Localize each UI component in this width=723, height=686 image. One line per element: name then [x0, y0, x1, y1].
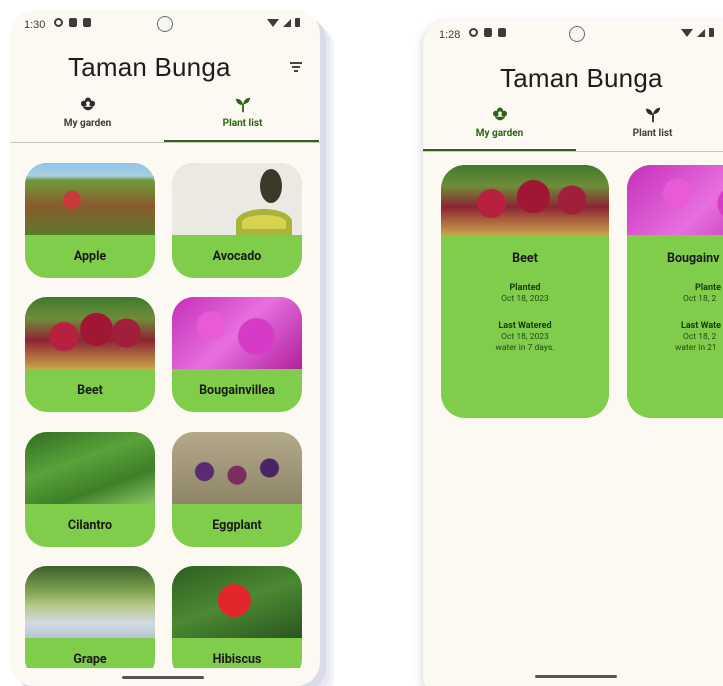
tab-label: Plant list	[222, 118, 263, 129]
plant-name: Bougainvillea	[199, 383, 275, 398]
sprout-icon	[235, 97, 250, 113]
wifi-icon	[267, 18, 279, 27]
sprout-icon	[645, 107, 660, 123]
next-watering: water in 7 days.	[495, 343, 555, 353]
tab-divider	[10, 142, 320, 143]
wifi-icon	[681, 28, 693, 37]
phone-my-garden: 1:28 Taman Bunga My garden Plant list Be…	[423, 20, 723, 686]
plant-name: Beet	[512, 251, 538, 266]
tab-divider	[423, 151, 723, 152]
plant-name: Eggplant	[212, 518, 262, 533]
camera-cutout-icon	[569, 26, 585, 42]
plant-image	[25, 432, 155, 504]
plant-card-grape[interactable]: Grape	[25, 566, 155, 681]
battery-icon	[295, 18, 300, 27]
last-watered-label: Last Wate	[681, 321, 722, 331]
tab-label: Plant list	[632, 128, 673, 139]
plant-card-avocado[interactable]: Avocado	[172, 163, 302, 278]
home-indicator[interactable]	[535, 675, 617, 678]
plant-name: Beet	[77, 383, 103, 398]
planted-date: Oct 18, 2	[683, 294, 717, 304]
signal-icon	[697, 28, 705, 37]
system-icons	[681, 28, 714, 37]
planted-date: Oct 18, 2023	[501, 294, 549, 304]
last-watered-date: Oct 18, 2023	[501, 332, 549, 342]
plant-image	[172, 297, 302, 369]
tab-plant-list[interactable]: Plant list	[576, 104, 723, 148]
app-title: Taman Bunga	[68, 52, 231, 82]
tab-label: My garden	[63, 118, 112, 129]
garden-card-beet[interactable]: Beet Planted Oct 18, 2023 Last Watered O…	[441, 165, 609, 418]
tab-bar: My garden Plant list	[423, 104, 723, 148]
signal-icon	[283, 18, 291, 27]
planted-label: Planted	[509, 283, 541, 293]
plant-card-eggplant[interactable]: Eggplant	[172, 432, 302, 547]
notification-icons	[469, 28, 506, 37]
plant-card-apple[interactable]: Apple	[25, 163, 155, 278]
flower-icon	[80, 97, 95, 111]
phone-plant-list: 1:30 Taman Bunga My garden Plant list Ap…	[10, 10, 320, 686]
status-time: 1:28	[439, 29, 461, 41]
plant-name: Grape	[73, 652, 107, 667]
filter-icon[interactable]	[290, 62, 302, 74]
tab-plant-list[interactable]: Plant list	[165, 94, 320, 138]
plant-image	[172, 566, 302, 638]
tab-my-garden[interactable]: My garden	[423, 104, 576, 148]
system-icons	[267, 18, 300, 27]
home-indicator[interactable]	[122, 676, 204, 679]
flower-icon	[492, 107, 507, 121]
plant-name: Hibiscus	[212, 652, 262, 667]
plant-name: Apple	[73, 249, 107, 264]
status-bar: 1:30	[10, 10, 320, 42]
tab-bar: My garden Plant list	[10, 94, 320, 138]
tab-label: My garden	[475, 128, 524, 139]
screenshot-stage: 1:30 Taman Bunga My garden Plant list Ap…	[0, 0, 723, 686]
plant-card-beet[interactable]: Beet	[25, 297, 155, 412]
plant-card-bougainvillea[interactable]: Bougainvillea	[172, 297, 302, 412]
status-bar: 1:28	[423, 20, 723, 52]
plant-image	[172, 432, 302, 504]
status-time: 1:30	[24, 19, 46, 31]
plant-card-cilantro[interactable]: Cilantro	[25, 432, 155, 547]
next-watering: water in 21	[675, 343, 717, 353]
app-title: Taman Bunga	[500, 63, 663, 93]
plant-image	[25, 566, 155, 638]
plant-image	[441, 165, 609, 235]
planted-label: Plante	[695, 283, 721, 293]
plant-card-hibiscus[interactable]: Hibiscus	[172, 566, 302, 681]
plant-name: Avocado	[212, 249, 262, 264]
notification-icons	[54, 18, 91, 27]
last-watered-label: Last Watered	[498, 321, 552, 331]
camera-cutout-icon	[157, 16, 173, 32]
plant-name: Cilantro	[67, 518, 113, 533]
plant-image	[627, 165, 723, 235]
plant-image	[25, 163, 155, 235]
battery-icon	[709, 28, 714, 37]
plant-image	[172, 163, 302, 235]
last-watered-date: Oct 18, 2	[683, 332, 717, 342]
plant-name: Bougainv	[667, 251, 720, 266]
plant-image	[25, 297, 155, 369]
garden-card-bougainvillea[interactable]: Bougainv Plante Oct 18, 2 Last Wate Oct …	[627, 165, 723, 418]
tab-my-garden[interactable]: My garden	[10, 94, 165, 138]
